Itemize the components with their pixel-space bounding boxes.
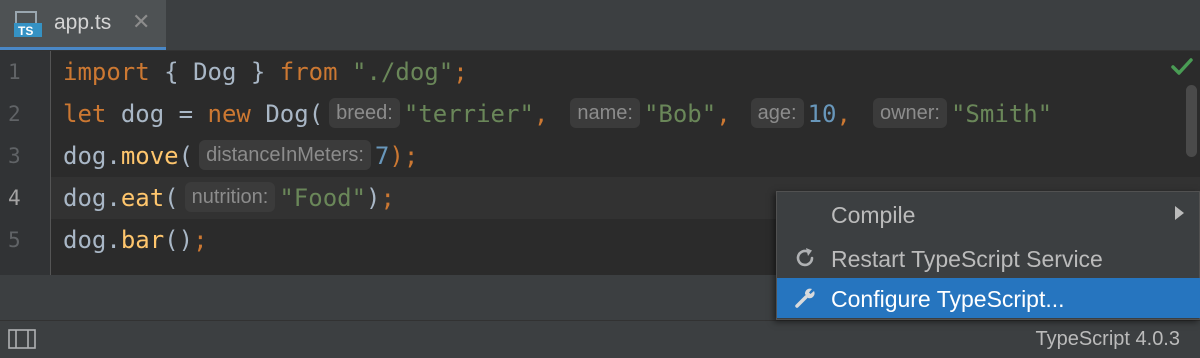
param-hint-nutrition: nutrition:	[184, 182, 276, 212]
identifier-dog: Dog	[193, 58, 237, 86]
line-number: 3	[8, 144, 21, 168]
param-hint-distance: distanceInMeters:	[199, 140, 371, 170]
line-number: 5	[8, 228, 21, 252]
comma: ,	[533, 100, 549, 128]
typescript-file-icon: TS	[14, 11, 42, 38]
method-move: move	[120, 142, 179, 170]
menu-item-label: Configure TypeScript...	[831, 286, 1065, 312]
code-line-2[interactable]: let dog = new Dog(breed: "terrier", name: "…	[63, 93, 1052, 135]
line-number-gutter: 1 2 3 4 5	[0, 51, 51, 275]
typescript-popup-menu: Compile Restart TypeScript Service Confi…	[776, 191, 1200, 320]
paren-close: )	[366, 184, 381, 212]
string-food: "Food"	[279, 184, 367, 212]
typescript-version-widget[interactable]: TypeScript 4.0.3	[1035, 328, 1180, 351]
param-hint-breed: breed:	[329, 98, 400, 128]
paren-open: (	[164, 184, 179, 212]
line-number-current: 4	[8, 186, 21, 210]
editor-tab-bar: TS app.ts ✕	[0, 0, 1200, 51]
semicolon: ;	[193, 226, 208, 254]
dot: .	[106, 226, 121, 254]
code-line-1[interactable]: import { Dog } from "./dog";	[63, 51, 468, 93]
code-line-4[interactable]: dog.eat(nutrition: "Food");	[63, 177, 395, 219]
method-bar: bar	[120, 226, 165, 254]
line-number: 1	[8, 60, 21, 84]
keyword-let: let	[63, 100, 107, 128]
menu-item-restart-service[interactable]: Restart TypeScript Service	[777, 238, 1200, 278]
dot: .	[106, 142, 121, 170]
string-name: "Bob"	[643, 100, 717, 128]
line-number: 2	[8, 102, 21, 126]
call-parens: ()	[164, 226, 194, 254]
paren-open: (	[178, 142, 194, 170]
object-dog: dog	[63, 184, 107, 212]
submenu-arrow-icon	[1175, 206, 1184, 220]
refresh-icon	[796, 248, 814, 267]
comma: ,	[836, 100, 851, 128]
code-line-5[interactable]: dog.bar();	[63, 219, 208, 261]
status-bar: TypeScript 4.0.3	[0, 320, 1200, 358]
wrench-icon	[795, 288, 815, 308]
menu-item-label: Restart TypeScript Service	[831, 246, 1103, 272]
string-breed: "terrier"	[403, 100, 534, 128]
brace-close: }	[250, 58, 266, 86]
toggle-tool-windows-icon[interactable]	[8, 329, 36, 349]
string-path: "./dog"	[352, 58, 454, 86]
object-dog: dog	[63, 142, 107, 170]
tab-filename: app.ts	[54, 11, 112, 34]
menu-item-label: Compile	[831, 202, 916, 228]
tab-app-ts[interactable]: TS app.ts ✕	[0, 0, 166, 50]
semicolon: ;	[453, 58, 468, 86]
string-owner: "Smith"	[950, 100, 1053, 128]
keyword-import: import	[63, 58, 150, 86]
number-age: 10	[807, 100, 837, 128]
keyword-new: new	[207, 100, 251, 128]
ts-icon-label: TS	[18, 24, 33, 38]
variable-dog: dog	[120, 100, 165, 128]
number-distance: 7	[374, 142, 390, 170]
menu-item-compile[interactable]: Compile	[777, 194, 1200, 234]
vertical-scrollbar[interactable]	[1186, 85, 1197, 157]
method-eat: eat	[120, 184, 165, 212]
menu-item-configure-typescript[interactable]: Configure TypeScript...	[777, 278, 1200, 318]
code-line-3[interactable]: dog.move(distanceInMeters: 7);	[63, 135, 418, 177]
param-hint-owner: owner:	[872, 98, 947, 128]
class-dog-call: Dog(	[265, 100, 324, 128]
comma: ,	[716, 100, 731, 128]
close-icon[interactable]: ✕	[132, 10, 150, 35]
brace-open: {	[164, 58, 179, 86]
dot: .	[106, 184, 121, 212]
close-paren-semi: );	[389, 142, 419, 170]
semicolon: ;	[380, 184, 395, 212]
param-hint-age: age:	[750, 98, 804, 128]
check-icon[interactable]	[1170, 55, 1194, 79]
keyword-from: from	[279, 58, 338, 86]
param-hint-name: name:	[570, 98, 640, 128]
operator-equals: =	[178, 100, 194, 128]
object-dog: dog	[63, 226, 107, 254]
